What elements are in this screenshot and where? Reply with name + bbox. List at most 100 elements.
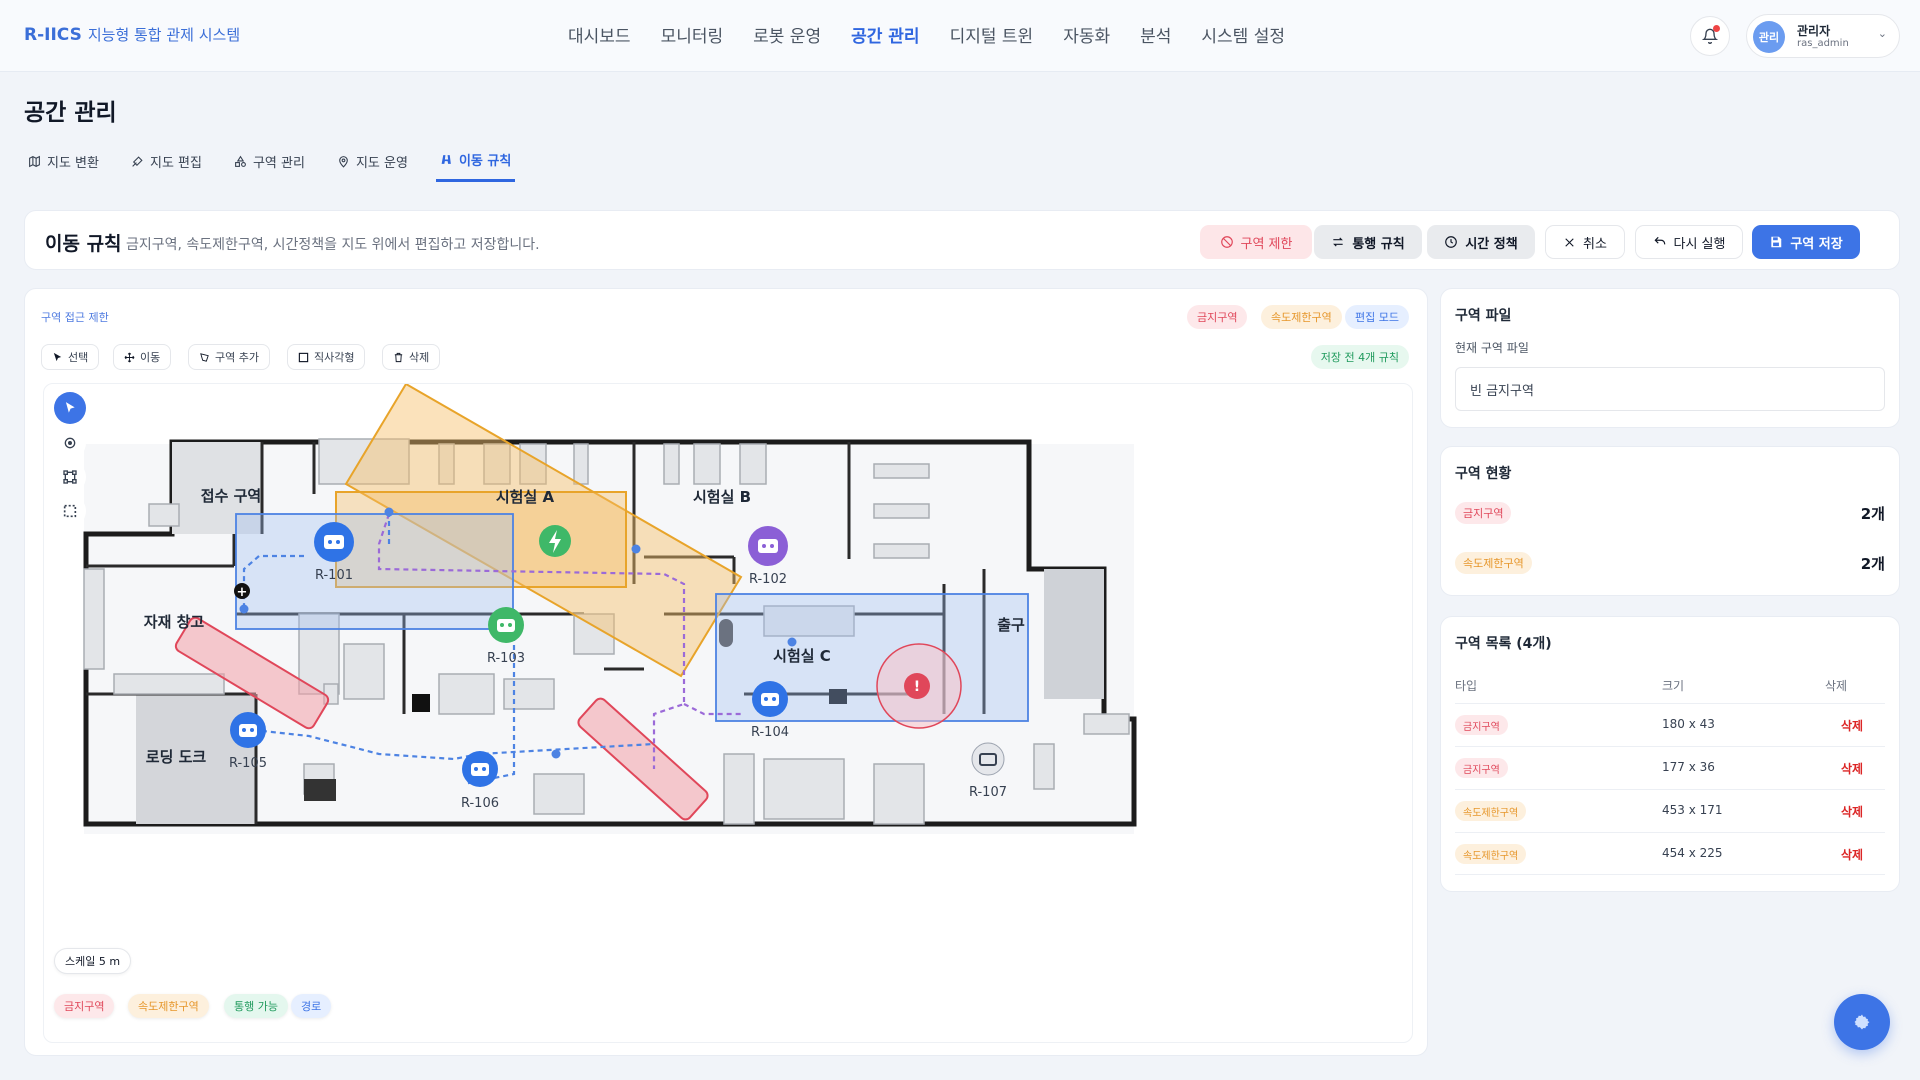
map-legend-speed-limit: 속도제한구역 xyxy=(128,994,209,1018)
room-label-lab-a: 시험실 A xyxy=(496,488,555,506)
tab-map-operation[interactable]: 지도 운영 xyxy=(333,150,412,182)
traffic-rule-button[interactable]: 통행 규칙 xyxy=(1314,225,1422,259)
user-id: ras_admin xyxy=(1797,38,1849,49)
tab-map-edit[interactable]: 지도 편집 xyxy=(127,150,206,182)
nav-automation[interactable]: 자동화 xyxy=(1063,22,1110,47)
trash-icon xyxy=(394,352,403,362)
save-zone-button[interactable]: 구역 저장 xyxy=(1752,225,1860,259)
door-marker xyxy=(412,694,430,712)
zone-list-card: 구역 목록 (4개) 타입 크기 삭제 금지구역 180 x 43 삭제 금지구… xyxy=(1440,616,1900,892)
svg-text:!: ! xyxy=(914,679,920,695)
tab-zone-management[interactable]: 구역 관리 xyxy=(230,150,309,182)
user-name: 관리자 xyxy=(1797,24,1831,38)
tab-map-convert[interactable]: 지도 변환 xyxy=(24,150,103,182)
zone-restrict-label: 구역 제한 xyxy=(1240,236,1293,252)
robot-marker-r106[interactable] xyxy=(462,751,498,787)
rectangle-tool-button[interactable]: 직사각형 xyxy=(287,344,366,370)
tab-label: 지도 운영 xyxy=(355,155,408,171)
zone-size: 177 x 36 xyxy=(1662,760,1715,774)
nav-dashboard[interactable]: 대시보드 xyxy=(568,22,631,47)
floating-action-button[interactable] xyxy=(1834,994,1890,1050)
cancel-button[interactable]: 취소 xyxy=(1545,225,1625,259)
redo-button[interactable]: 다시 실행 xyxy=(1635,225,1743,259)
zone-type-badge: 금지구역 xyxy=(1455,715,1508,735)
zone-type-badge: 속도제한구역 xyxy=(1455,552,1532,574)
robot-label-r104: R-104 xyxy=(751,725,789,740)
tab-label: 지도 변환 xyxy=(47,155,99,171)
rule-panel: 이동 규칙 금지구역, 속도제한구역, 시간정책을 지도 위에서 편집하고 저장… xyxy=(24,210,1900,270)
chevron-down-icon: ⌄ xyxy=(1877,27,1887,40)
pin-icon xyxy=(339,155,348,168)
side-rectangle-tool[interactable] xyxy=(54,495,86,527)
move-tool-button[interactable]: 이동 xyxy=(113,344,172,370)
nav-space-management[interactable]: 공간 관리 xyxy=(851,22,919,47)
delete-tool-button[interactable]: 삭제 xyxy=(382,344,441,370)
zone-restrict-button[interactable]: 구역 제한 xyxy=(1200,225,1312,259)
map-icon xyxy=(29,155,40,167)
zone-file-input[interactable] xyxy=(1455,367,1885,411)
polygon-icon xyxy=(200,352,209,362)
cursor-icon xyxy=(53,352,62,361)
delete-zone-button[interactable]: 삭제 xyxy=(1841,803,1863,820)
robot-marker-r103[interactable] xyxy=(488,607,524,643)
save-icon xyxy=(1771,236,1782,248)
notification-button[interactable] xyxy=(1690,16,1730,56)
robot-marker-r104[interactable] xyxy=(752,681,788,717)
table-row: 금지구역 177 x 36 삭제 xyxy=(1455,746,1885,789)
robot-label-r107: R-107 xyxy=(969,785,1007,800)
column-header-delete: 삭제 xyxy=(1825,679,1848,693)
scale-indicator: 스케일 5 m xyxy=(54,948,132,974)
edit-tools-icon xyxy=(132,155,143,167)
robot-marker-r105[interactable] xyxy=(230,712,266,748)
map-canvas[interactable]: ! + 접수 구역 시험실 A 시험실 B 시험실 C 자재 창고 로딩 도크 … xyxy=(43,383,1413,1043)
zone-type-badge: 금지구역 xyxy=(1455,502,1512,524)
room-label-lab-b: 시험실 B xyxy=(693,488,751,506)
map-card: 구역 접근 제한 금지구역 속도제한구역 편집 모드 선택 이동 구역 추가 직… xyxy=(24,288,1428,1056)
move-icon xyxy=(124,352,135,362)
robot-marker-r102[interactable] xyxy=(748,526,788,566)
nav-analytics[interactable]: 분석 xyxy=(1140,22,1171,47)
delete-zone-button[interactable]: 삭제 xyxy=(1841,760,1863,777)
delete-zone-button[interactable]: 삭제 xyxy=(1841,717,1863,734)
robot-marker-r107[interactable] xyxy=(971,742,1005,776)
select-tool-button[interactable]: 선택 xyxy=(41,344,100,370)
exit-area xyxy=(1044,569,1104,699)
zone-size: 180 x 43 xyxy=(1662,717,1715,731)
top-navigation: 대시보드 모니터링 로봇 운영 공간 관리 디지털 트윈 자동화 분석 시스템 … xyxy=(568,22,1315,47)
nav-robot-ops[interactable]: 로봇 운영 xyxy=(753,22,821,47)
column-header-size: 크기 xyxy=(1662,679,1685,693)
square-icon xyxy=(298,352,309,362)
add-zone-tool-button[interactable]: 구역 추가 xyxy=(188,344,270,370)
floor-plan-svg: ! + 접수 구역 시험실 A 시험실 B 시험실 C 자재 창고 로딩 도크 … xyxy=(83,384,1137,834)
zone-file-title: 구역 파일 xyxy=(1455,308,1512,324)
delete-zone-button[interactable]: 삭제 xyxy=(1841,846,1863,863)
rule-panel-title: 이동 규칙 xyxy=(45,233,122,255)
tab-label: 이동 규칙 xyxy=(458,154,512,169)
side-polygon-tool[interactable] xyxy=(54,461,86,493)
legend-forbidden: 금지구역 xyxy=(1187,305,1248,329)
target-icon xyxy=(64,437,76,449)
tool-label: 선택 xyxy=(68,351,89,364)
robot-marker-r101[interactable] xyxy=(314,522,354,562)
redo-label: 다시 실행 xyxy=(1673,236,1726,252)
side-select-tool[interactable] xyxy=(54,392,86,424)
user-menu[interactable]: 관리 관리자 ras_admin ⌄ xyxy=(1746,14,1900,58)
zone-count: 2개 xyxy=(1860,505,1885,523)
side-locate-tool[interactable] xyxy=(54,427,86,459)
nav-system-settings[interactable]: 시스템 설정 xyxy=(1201,22,1285,47)
table-row: 금지구역 180 x 43 삭제 xyxy=(1455,703,1885,746)
zone-count: 2개 xyxy=(1860,555,1885,573)
brand-subtitle: 지능형 통합 관제 시스템 xyxy=(87,26,241,44)
robot-label-r105: R-105 xyxy=(229,756,267,771)
cancel-label: 취소 xyxy=(1583,236,1607,252)
dashed-rect-icon xyxy=(63,504,77,518)
brand-logo[interactable]: R-IICS 지능형 통합 관제 시스템 xyxy=(24,24,240,45)
undo-arrow-icon xyxy=(1654,236,1665,245)
passable-zone-left[interactable] xyxy=(235,513,514,630)
nav-monitoring[interactable]: 모니터링 xyxy=(661,22,724,47)
time-policy-button[interactable]: 시간 정책 xyxy=(1427,225,1535,259)
tab-movement-rules[interactable]: 이동 규칙 xyxy=(435,150,516,182)
nav-digital-twin[interactable]: 디지털 트윈 xyxy=(950,22,1034,47)
ban-icon xyxy=(1220,236,1233,248)
pending-rules-badge: 저장 전 4개 규칙 xyxy=(1310,345,1409,369)
